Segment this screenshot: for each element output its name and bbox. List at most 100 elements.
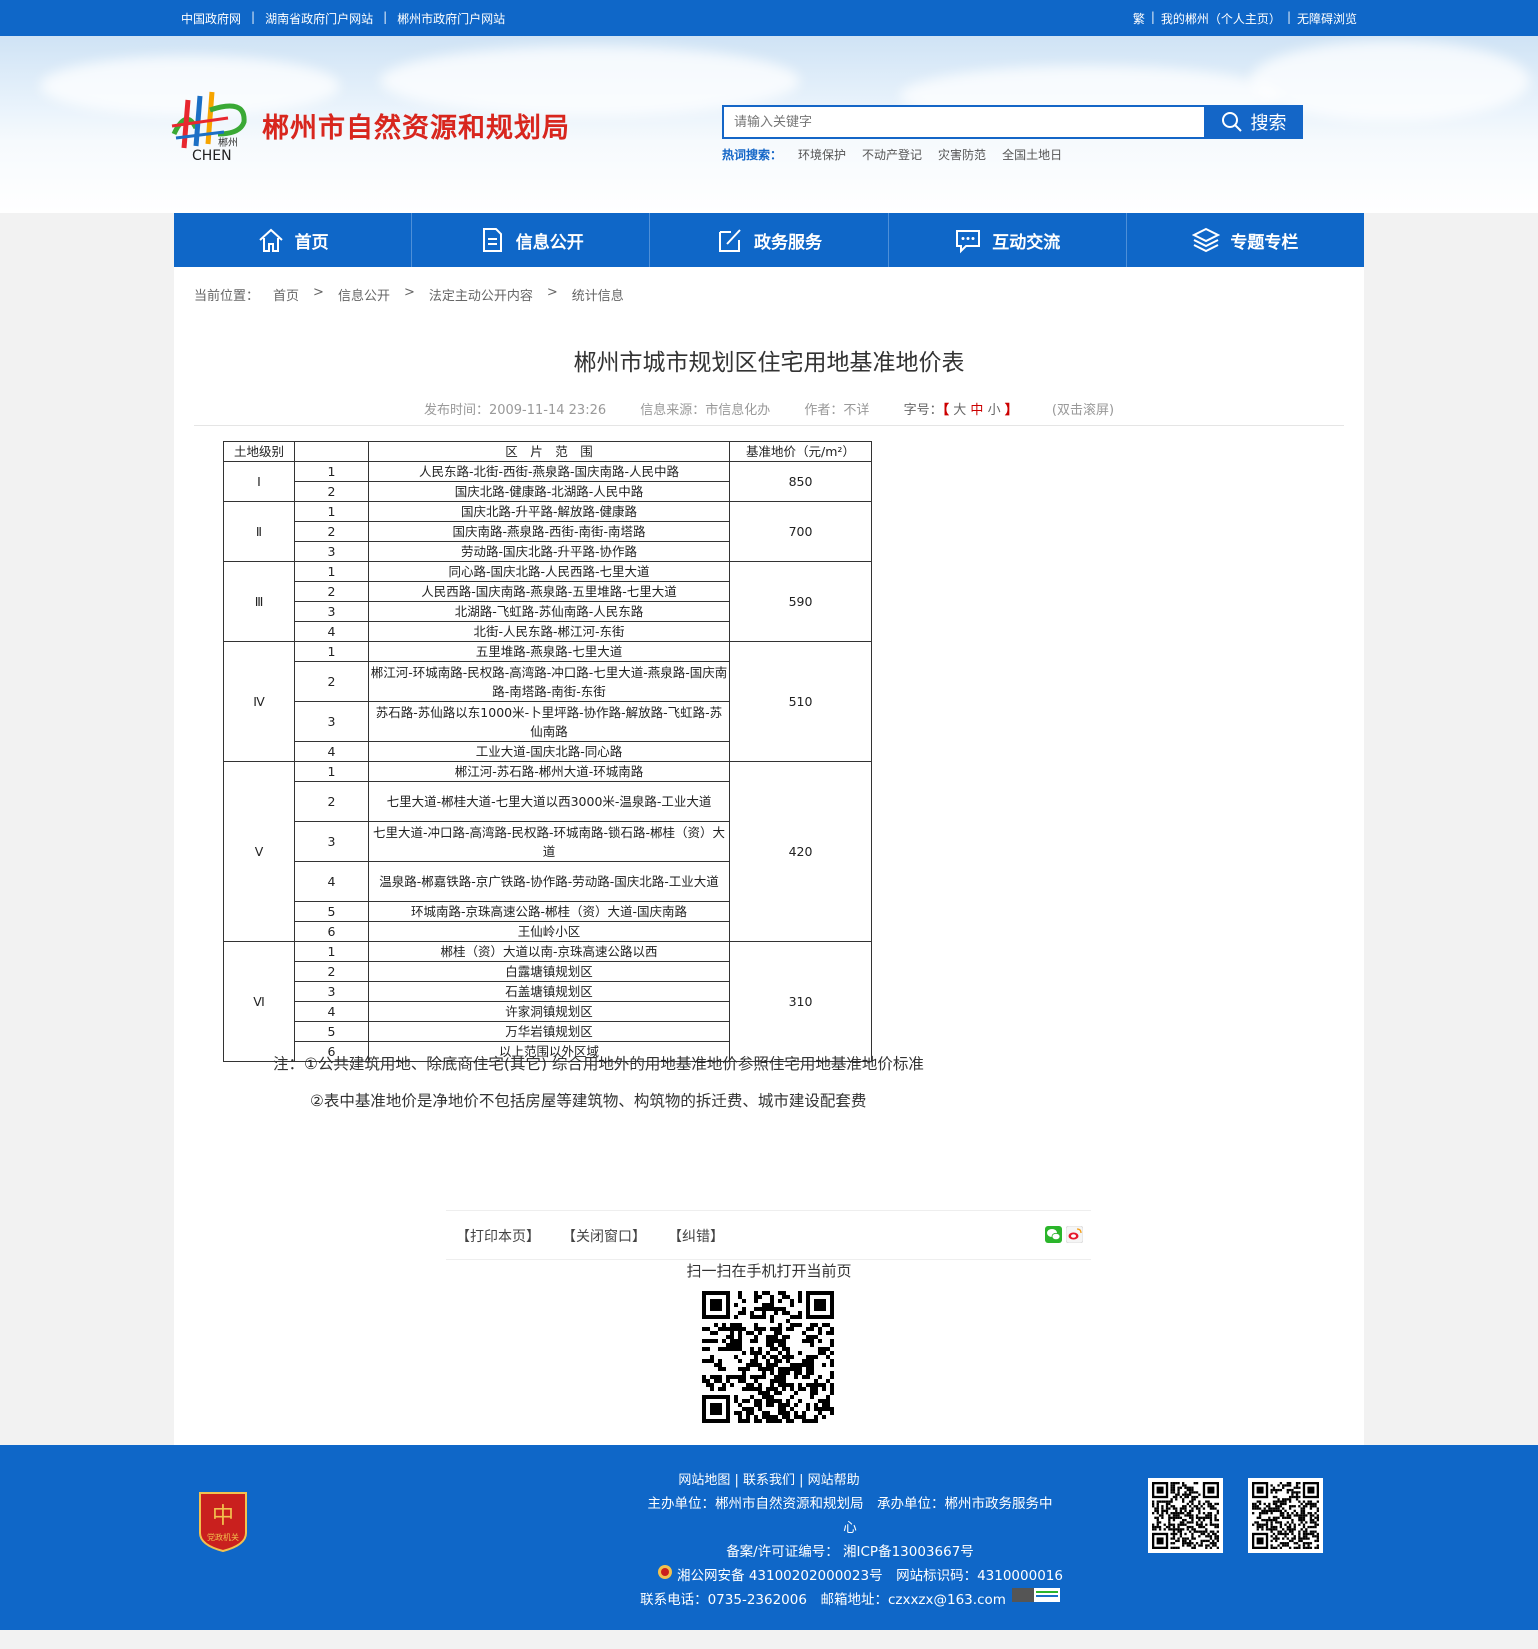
range-cell: 工业大道-国庆北路-同心路	[368, 741, 730, 762]
breadcrumb-item[interactable]: 信息公开	[338, 285, 390, 304]
row-number: 1	[294, 641, 369, 662]
note-1: 注：①公共建筑用地、除底商住宅(其它) 综合用地外的用地基准地价参照住宅用地基准…	[273, 1055, 924, 1073]
nav-label: 专题专栏	[1230, 232, 1299, 253]
accessibility-link[interactable]: 无障碍浏览	[1297, 10, 1357, 27]
level-cell: Ⅳ	[223, 641, 295, 762]
cnzz-icon[interactable]	[1011, 1588, 1060, 1602]
scan-prompt: 扫一扫在手机打开当前页	[686, 1262, 852, 1280]
my-chenzhou-link[interactable]: 我的郴州（个人主页）	[1161, 10, 1281, 27]
table-row: Ⅵ 1 郴桂（资）大道以南-京珠高速公路以西 310	[223, 941, 872, 1062]
link-china-gov[interactable]: 中国政府网	[181, 10, 241, 27]
search-button-label: 搜索	[1250, 113, 1287, 134]
nav-label: 互动交流	[992, 232, 1061, 253]
breadcrumb-separator: >	[313, 285, 324, 300]
footer-qr-code	[1248, 1478, 1323, 1553]
sponsor-info: 主办单位：郴州市自然资源和规划局 承办单位：郴州市政务服务中	[647, 1496, 1053, 1512]
range-cell: 郴江河-环城南路-民权路-高湾路-冲口路-七里大道-燕泉路-国庆南路-南塔路-南…	[368, 661, 730, 702]
close-window-button[interactable]: 【关闭窗口】	[562, 1226, 646, 1246]
nav-home[interactable]: 首页	[174, 213, 413, 267]
nav-topics[interactable]: 专题专栏	[1127, 213, 1364, 267]
row-number: 2	[294, 961, 369, 982]
site-title: 郴州市自然资源和规划局	[262, 113, 570, 144]
breadcrumb-item[interactable]: 统计信息	[572, 285, 624, 304]
header-level: 土地级别	[223, 441, 295, 462]
table-row: Ⅱ 1 国庆北路-升平路-解放路-健康路 700	[223, 501, 872, 562]
page-qr-code	[702, 1291, 834, 1423]
publish-time: 发布时间：2009-11-14 23:26	[423, 403, 607, 418]
hot-word[interactable]: 环境保护	[798, 146, 846, 163]
row-number: 1	[294, 941, 369, 962]
breadcrumb-separator: >	[546, 285, 558, 300]
search-button[interactable]: 搜索	[1204, 105, 1303, 139]
row-number: 1	[294, 761, 369, 782]
layers-icon	[1192, 227, 1221, 253]
wechat-icon[interactable]	[1045, 1226, 1062, 1243]
header-blank	[294, 441, 369, 462]
range-cell: 国庆南路-燕泉路-西街-南街-南塔路	[368, 521, 730, 542]
search-input[interactable]	[724, 107, 1204, 137]
main-nav: 首页 信息公开 政务服务 互动交流 专题专栏	[174, 213, 1364, 267]
weibo-icon[interactable]	[1066, 1226, 1083, 1243]
font-size-control: 字号：【 大 中 小 】	[904, 403, 1018, 418]
breadcrumb-label: 当前位置：	[194, 289, 260, 304]
party-gov-badge[interactable]: 中 党政机关	[196, 1489, 250, 1553]
header-price: 基准地价（元/m²）	[729, 441, 872, 462]
hot-word[interactable]: 全国土地日	[1002, 146, 1062, 163]
range-cell: 万华岩镇规划区	[368, 1021, 730, 1042]
link-hunan-gov[interactable]: 湖南省政府门户网站	[265, 10, 373, 27]
traditional-chinese-link[interactable]: 繁	[1133, 10, 1145, 27]
header-range: 区 片 范 围	[368, 441, 730, 462]
font-medium-button[interactable]: 中	[970, 403, 983, 418]
row-number: 4	[294, 741, 369, 762]
table-body: 土地级别 区 片 范 围 基准地价（元/m²） Ⅰ 1 人民东路-北街-西街-燕泉路…	[223, 441, 872, 1062]
link-chenzhou-gov[interactable]: 郴州市政府门户网站	[397, 10, 505, 27]
print-button[interactable]: 【打印本页】	[456, 1226, 540, 1246]
row-number: 3	[294, 541, 369, 562]
breadcrumb-separator: >	[403, 285, 415, 300]
row-number: 6	[294, 921, 369, 942]
hot-word[interactable]: 灾害防范	[938, 146, 986, 163]
correction-button[interactable]: 【纠错】	[668, 1226, 724, 1246]
separator: |	[251, 10, 256, 24]
land-price-table: 土地级别 区 片 范 围 基准地价（元/m²） Ⅰ 1 人民东路-北街-西街-燕泉路…	[223, 441, 872, 1062]
site-header: 郴州 CHEN 郴州市自然资源和规划局 搜索 热词搜索： 环境保护 不动产登记 …	[0, 36, 1538, 213]
chat-icon	[956, 230, 981, 254]
nav-interaction[interactable]: 互动交流	[889, 213, 1127, 267]
police-record-text: 湘公网安备 43100202000023号 网站标识码：4310000016	[677, 1568, 1063, 1584]
site-footer: 中 党政机关 网站地图 | 联系我们 | 网站帮助 主办单位：郴州市自然资源和规…	[0, 1445, 1538, 1630]
row-number: 3	[294, 981, 369, 1002]
hot-word[interactable]: 不动产登记	[862, 146, 922, 163]
level-cell: Ⅵ	[223, 941, 295, 1062]
price-cell: 420	[729, 761, 872, 942]
range-cell: 许家洞镇规划区	[368, 1001, 730, 1022]
row-number: 2	[294, 481, 369, 502]
icp-record[interactable]: 备案/许可证编号： 湘ICP备13003667号	[630, 1540, 1070, 1560]
breadcrumb-item[interactable]: 首页	[273, 285, 299, 304]
range-cell: 北街-人民东路-郴江河-东街	[368, 621, 730, 642]
info-source: 信息来源：市信息化办	[640, 403, 771, 418]
range-cell: 温泉路-郴嘉铁路-京广铁路-协作路-劳动路-国庆北路-工业大道	[368, 861, 730, 902]
table-row: Ⅴ 1 郴江河-苏石路-郴州大道-环城南路 420	[223, 761, 872, 942]
row-number: 3	[294, 821, 369, 862]
author: 作者：不详	[804, 403, 870, 418]
site-logo[interactable]: 郴州 CHEN	[166, 88, 258, 164]
nav-label: 政务服务	[754, 232, 822, 253]
user-links: 繁 | 我的郴州（个人主页） | 无障碍浏览	[1133, 10, 1357, 27]
note-2: ②表中基准地价是净地价不包括房屋等建筑物、构筑物的拆迁费、城市建设配套费	[310, 1092, 867, 1110]
search-box	[722, 105, 1204, 139]
range-cell: 郴桂（资）大道以南-京珠高速公路以西	[368, 941, 730, 962]
police-emblem-icon	[658, 1565, 673, 1579]
range-cell: 国庆北路-升平路-解放路-健康路	[368, 501, 730, 522]
breadcrumb-item[interactable]: 法定主动公开内容	[429, 285, 533, 304]
nav-label: 信息公开	[515, 232, 584, 253]
nav-gov-service[interactable]: 政务服务	[650, 213, 889, 267]
row-number: 2	[294, 781, 369, 822]
article-title: 郴州市城市规划区住宅用地基准地价表	[573, 350, 965, 376]
main-content: 当前位置： 首页 > 信息公开 > 法定主动公开内容 > 统计信息 郴州市城市规…	[174, 267, 1364, 1445]
font-large-button[interactable]: 大	[953, 403, 966, 418]
row-number: 5	[294, 901, 369, 922]
contact-text: 联系电话：0735-2362006 邮箱地址：czxxzx@163.com	[640, 1592, 1006, 1608]
font-small-button[interactable]: 小	[988, 403, 1001, 418]
nav-info-public[interactable]: 信息公开	[412, 213, 651, 267]
top-bar: 中国政府网 | 湖南省政府门户网站 | 郴州市政府门户网站 繁 | 我的郴州（个…	[0, 0, 1538, 36]
